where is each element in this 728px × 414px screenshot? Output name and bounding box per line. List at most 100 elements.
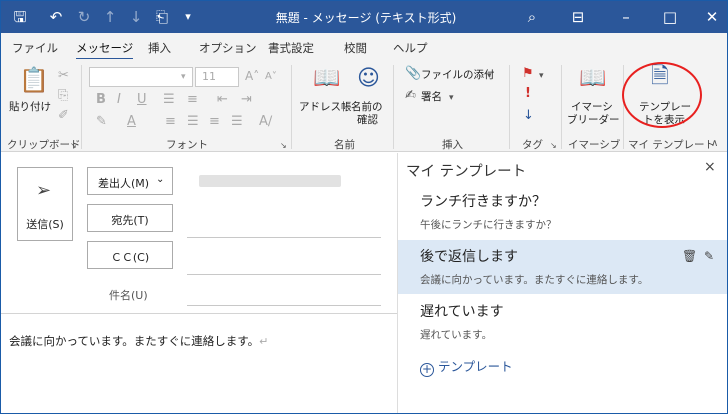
immersive-reader-button-line1[interactable]: イマーシ xyxy=(571,101,613,113)
redo-icon[interactable]: ↻ xyxy=(73,7,95,27)
highlight-icon[interactable]: ✎ xyxy=(96,115,107,129)
message-body[interactable]: 会議に向かっています。またすぐに連絡します。↵ xyxy=(9,333,393,409)
attach-file-icon[interactable]: 📎 xyxy=(405,67,421,81)
paste-icon[interactable]: 📋 xyxy=(19,67,49,93)
add-template-button[interactable]: + テンプレート xyxy=(420,356,513,377)
attach-file-dropdown-icon[interactable]: ▾ xyxy=(487,69,492,83)
justify-icon[interactable]: ☰ xyxy=(231,115,243,129)
numbering-icon[interactable]: ≡ xyxy=(187,93,198,107)
to-button[interactable]: 宛先(T) xyxy=(87,204,173,232)
copy-icon[interactable]: ⎘ xyxy=(58,89,68,103)
ribbon: 📋 貼り付け ✂ ⎘ ✐ クリップボード ↘ ▾ 11 A˄ A˅ B I U … xyxy=(1,59,727,153)
panel-title: マイ テンプレート xyxy=(406,164,527,180)
from-label: 差出人(M) xyxy=(98,177,150,190)
cc-button[interactable]: ＣＣ(C) xyxy=(87,241,173,269)
italic-icon[interactable]: I xyxy=(117,93,121,107)
follow-up-dropdown-icon[interactable]: ▾ xyxy=(539,69,544,83)
shrink-font-icon[interactable]: A˅ xyxy=(265,70,277,84)
from-dropdown-icon: ⌄ xyxy=(156,174,165,185)
menu-help[interactable]: ヘルプ xyxy=(393,40,428,56)
group-insert-label: 挿入 xyxy=(442,139,463,151)
menu-bar: ファイル メッセージ 挿入 オプション 書式設定 校閲 ヘルプ xyxy=(1,33,727,60)
subject-label: 件名(U) xyxy=(109,289,148,302)
format-painter-icon[interactable]: ✐ xyxy=(58,109,69,123)
increase-indent-icon[interactable]: ⇥ xyxy=(241,93,252,107)
check-names-button-line2[interactable]: 確認 xyxy=(357,114,378,126)
previous-item-icon[interactable]: ↑ xyxy=(99,7,121,27)
maximize-icon[interactable]: □ xyxy=(659,7,681,27)
customize-quick-access-icon[interactable]: ▾ xyxy=(177,7,199,27)
save-icon[interactable]: 🖫 xyxy=(9,7,31,27)
minimize-icon[interactable]: – xyxy=(615,7,637,27)
send-button[interactable]: ➢ 送信(S) xyxy=(17,167,73,241)
font-launcher-icon[interactable]: ↘ xyxy=(280,139,287,153)
from-button[interactable]: 差出人(M) ⌄ xyxy=(87,167,173,195)
signature-dropdown-icon[interactable]: ▾ xyxy=(449,91,454,105)
ribbon-separator xyxy=(393,65,394,149)
address-book-button[interactable]: アドレス帳 xyxy=(299,101,352,113)
grow-font-icon[interactable]: A˄ xyxy=(245,69,259,83)
follow-up-flag-icon[interactable]: ⚑ xyxy=(522,67,534,81)
add-icon: + xyxy=(420,362,434,377)
next-item-icon[interactable]: ↓ xyxy=(125,7,147,27)
ribbon-display-options-icon[interactable]: ⊟ xyxy=(567,7,589,27)
address-book-icon[interactable]: 📖 xyxy=(313,67,340,91)
title-bar: 🖫 ↶ ↻ ↑ ↓ ⎗ ▾ 無題 - メッセージ (テキスト形式) ⌕ ⊟ – … xyxy=(1,1,727,33)
font-name-box[interactable] xyxy=(89,67,193,87)
attach-file-button[interactable]: ファイルの添付 xyxy=(421,69,495,81)
edit-template-icon[interactable]: ✎ xyxy=(704,249,714,263)
collapse-ribbon-icon[interactable]: ∧ xyxy=(711,137,718,151)
menu-message[interactable]: メッセージ xyxy=(76,40,134,60)
font-size-box[interactable]: 11 xyxy=(195,67,239,87)
check-names-button-line1[interactable]: 名前の xyxy=(351,101,383,113)
font-name-dropdown-icon[interactable]: ▾ xyxy=(181,70,186,84)
subject-field[interactable] xyxy=(187,305,381,306)
low-importance-icon[interactable]: ↓ xyxy=(523,109,534,123)
cc-label: ＣＣ(C) xyxy=(110,251,150,264)
template-title: 遅れています xyxy=(420,304,504,320)
new-item-icon[interactable]: ⎗ xyxy=(151,7,173,27)
underline-icon[interactable]: U xyxy=(137,93,147,107)
delete-template-icon[interactable]: 🗑 xyxy=(682,249,697,263)
send-icon: ➢ xyxy=(36,180,52,201)
immersive-reader-button-line2[interactable]: ブリーダー xyxy=(567,114,620,126)
message-body-text: 会議に向かっています。またすぐに連絡します。 xyxy=(9,334,260,348)
menu-format[interactable]: 書式設定 xyxy=(268,40,314,56)
cc-field[interactable] xyxy=(187,274,381,275)
to-field[interactable] xyxy=(187,237,381,238)
outlook-message-window: 🖫 ↶ ↻ ↑ ↓ ⎗ ▾ 無題 - メッセージ (テキスト形式) ⌕ ⊟ – … xyxy=(0,0,728,414)
menu-insert[interactable]: 挿入 xyxy=(148,40,171,56)
panel-close-button[interactable]: × xyxy=(704,159,716,175)
bullets-icon[interactable]: ☰ xyxy=(163,93,175,107)
undo-icon[interactable]: ↶ xyxy=(45,7,67,27)
search-icon[interactable]: ⌕ xyxy=(521,7,543,27)
check-names-icon[interactable]: ☺ xyxy=(357,67,380,91)
clear-formatting-icon[interactable]: A∕ xyxy=(259,115,272,129)
align-center-icon[interactable]: ☰ xyxy=(187,115,199,129)
align-left-icon[interactable]: ≡ xyxy=(165,115,176,129)
font-size-value: 11 xyxy=(202,70,216,83)
menu-options[interactable]: オプション xyxy=(199,40,257,56)
cut-icon[interactable]: ✂ xyxy=(58,69,69,83)
window-title: 無題 - メッセージ (テキスト形式) xyxy=(275,11,457,25)
template-title: 後で返信します xyxy=(420,249,518,265)
template-preview: 午後にランチに行きますか？ xyxy=(420,219,557,231)
send-label: 送信(S) xyxy=(26,218,64,231)
signature-button[interactable]: 署名 xyxy=(421,91,442,103)
high-importance-icon[interactable]: ! xyxy=(525,87,531,101)
tags-launcher-icon[interactable]: ↘ xyxy=(550,139,557,153)
template-item[interactable]: ランチ行きますか？ 午後にランチに行きますか？ xyxy=(398,185,727,239)
template-item[interactable]: 遅れています 遅れています。 xyxy=(398,295,727,349)
paste-button[interactable]: 貼り付け xyxy=(9,101,51,113)
close-window-icon[interactable]: ✕ xyxy=(701,7,723,27)
bold-icon[interactable]: B xyxy=(96,93,106,107)
clipboard-launcher-icon[interactable]: ↘ xyxy=(70,139,77,153)
menu-review[interactable]: 校閲 xyxy=(344,40,367,56)
template-item-selected[interactable]: 後で返信します 会議に向かっています。またすぐに連絡します。 🗑 ✎ xyxy=(398,240,727,294)
signature-icon[interactable]: ✍ xyxy=(405,89,416,103)
font-color-icon[interactable]: A xyxy=(127,115,136,129)
align-right-icon[interactable]: ≡ xyxy=(209,115,220,129)
menu-file[interactable]: ファイル xyxy=(12,40,58,56)
decrease-indent-icon[interactable]: ⇤ xyxy=(217,93,228,107)
immersive-reader-icon[interactable]: 📖 xyxy=(579,67,606,91)
